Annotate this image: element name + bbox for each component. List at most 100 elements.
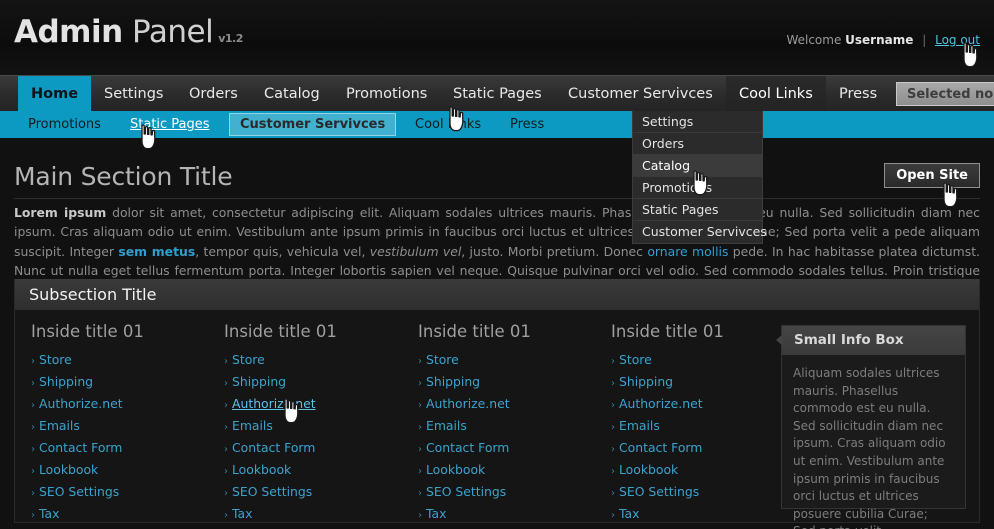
subnav-item-static-pages[interactable]: Static Pages — [120, 111, 220, 138]
list-item[interactable]: › Emails — [224, 416, 414, 438]
list-item-label: Authorize.net — [39, 396, 123, 411]
chevron-right-icon: › — [611, 488, 615, 499]
page-header: Admin Panel v1.2 Welcome Username | Log o… — [0, 0, 994, 74]
lead-link-sem-metus[interactable]: sem metus — [118, 244, 195, 259]
subnav-item-promotions[interactable]: Promotions — [18, 111, 111, 138]
chevron-right-icon: › — [31, 444, 35, 455]
list-item[interactable]: › Authorize.net — [224, 394, 414, 416]
list-item[interactable]: › Shipping — [224, 372, 414, 394]
arrow-left-icon — [776, 335, 782, 345]
nav-item-label: Press — [839, 86, 878, 102]
list-item-label: Contact Form — [426, 440, 510, 455]
nav-item-label: Settings — [104, 86, 164, 102]
chevron-right-icon: › — [611, 466, 615, 477]
list-item[interactable]: › Authorize.net — [418, 394, 608, 416]
link-column-4: Inside title 01 › Store › Shipping › Authorize… — [611, 322, 801, 526]
nav-item-customer-servivces[interactable]: Customer Servivces — [555, 76, 726, 112]
list-item[interactable]: › Authorize.net — [611, 394, 801, 416]
nav-item-label: Orders — [189, 86, 238, 102]
info-box-title: Small Info Box — [776, 326, 965, 355]
list-item[interactable]: › Shipping — [31, 372, 221, 394]
list-item[interactable]: › Shipping — [418, 372, 608, 394]
dropdown-item-settings[interactable]: Settings — [633, 111, 762, 133]
lead-link-ornare-mollis[interactable]: ornare mollis — [647, 244, 728, 259]
list-item-label: Shipping — [232, 374, 287, 389]
list-item-label: Tax — [232, 506, 253, 521]
nav-item-label: Static Pages — [453, 86, 542, 102]
column-title: Inside title 01 — [31, 322, 144, 341]
list-item-label: Tax — [426, 506, 447, 521]
brand-logo: Admin Panel v1.2 — [14, 14, 243, 50]
page-title: Main Section Title — [14, 162, 233, 191]
list-item-label: Contact Form — [39, 440, 123, 455]
nav-item-catalog[interactable]: Catalog — [251, 76, 333, 112]
list-item[interactable]: › Tax — [418, 504, 608, 526]
list-item[interactable]: › SEO Settings — [31, 482, 221, 504]
chevron-right-icon: › — [224, 466, 228, 477]
list-item[interactable]: › Store — [611, 350, 801, 372]
chevron-right-icon: › — [31, 378, 35, 389]
dropdown-item-static-pages[interactable]: Static Pages — [633, 199, 762, 221]
list-item[interactable]: › Emails — [418, 416, 608, 438]
chevron-right-icon: › — [418, 466, 422, 477]
subnav-item-customer-servivces[interactable]: Customer Servivces — [229, 113, 397, 136]
list-item[interactable]: › SEO Settings — [418, 482, 608, 504]
chevron-right-icon: › — [418, 510, 422, 521]
list-item[interactable]: › Lookbook — [224, 460, 414, 482]
list-item-label: Shipping — [426, 374, 481, 389]
list-item[interactable]: › Contact Form — [31, 438, 221, 460]
list-item-label: SEO Settings — [232, 484, 313, 499]
list-item[interactable]: › Shipping — [611, 372, 801, 394]
cursor-sub-static — [138, 124, 160, 150]
list-item[interactable]: › Tax — [31, 504, 221, 526]
list-item[interactable]: › Lookbook — [31, 460, 221, 482]
chevron-right-icon: › — [224, 422, 228, 433]
column-link-list: › Store › Shipping › Authorize.net › Emails › Con… — [611, 350, 801, 526]
chevron-right-icon: › — [224, 356, 228, 367]
lead-emphasis: vestibulum vel — [369, 243, 462, 259]
dropdown-item-customer-servivces[interactable]: Customer Servivces — [633, 221, 767, 243]
open-site-button[interactable]: Open Site — [884, 163, 980, 188]
list-item[interactable]: › Tax — [224, 504, 414, 526]
nav-item-orders[interactable]: Orders — [176, 76, 251, 112]
subnav-item-label: Press — [510, 117, 545, 132]
link-column-2: Inside title 01 › Store › Shipping › Authorize… — [224, 322, 414, 526]
list-item[interactable]: › SEO Settings — [611, 482, 801, 504]
chevron-right-icon: › — [418, 444, 422, 455]
list-item[interactable]: › SEO Settings — [224, 482, 414, 504]
info-box-title-label: Small Info Box — [794, 332, 904, 348]
nav-item-press[interactable]: Press — [826, 76, 890, 112]
nav-item-cool-links[interactable]: Cool Links — [726, 76, 826, 112]
welcome-area: Welcome Username | Log out — [786, 33, 980, 47]
list-item[interactable]: › Authorize.net — [31, 394, 221, 416]
list-item[interactable]: › Contact Form — [611, 438, 801, 460]
list-item-label: Lookbook — [39, 462, 99, 477]
chevron-right-icon: › — [418, 400, 422, 411]
list-item-label: Lookbook — [426, 462, 486, 477]
subnav-item-press[interactable]: Press — [500, 111, 554, 138]
list-item[interactable]: › Contact Form — [418, 438, 608, 460]
subsection-title: Subsection Title — [15, 279, 979, 310]
list-item-label: Store — [232, 352, 265, 367]
nav-item-settings[interactable]: Settings — [91, 76, 176, 112]
list-item[interactable]: › Tax — [611, 504, 801, 526]
selected-nosubmenu-button[interactable]: Selected nosubmenu — [896, 82, 994, 106]
list-item[interactable]: › Emails — [611, 416, 801, 438]
column-link-list: › Store › Shipping › Authorize.net › Emails › Con… — [224, 350, 414, 526]
list-item[interactable]: › Store — [31, 350, 221, 372]
list-item[interactable]: › Lookbook — [611, 460, 801, 482]
chevron-right-icon: › — [224, 378, 228, 389]
list-item[interactable]: › Store — [418, 350, 608, 372]
list-item[interactable]: › Lookbook — [418, 460, 608, 482]
list-item-label: Tax — [39, 506, 60, 521]
nav-item-promotions[interactable]: Promotions — [333, 76, 440, 112]
list-item-label: Contact Form — [232, 440, 316, 455]
dropdown-item-orders[interactable]: Orders — [633, 133, 762, 155]
list-item-label: Authorize.net — [426, 396, 510, 411]
list-item[interactable]: › Emails — [31, 416, 221, 438]
list-item[interactable]: › Store — [224, 350, 414, 372]
nav-item-home[interactable]: Home — [18, 76, 92, 112]
cursor-dropdown — [690, 170, 712, 196]
chevron-right-icon: › — [611, 510, 615, 521]
list-item[interactable]: › Contact Form — [224, 438, 414, 460]
